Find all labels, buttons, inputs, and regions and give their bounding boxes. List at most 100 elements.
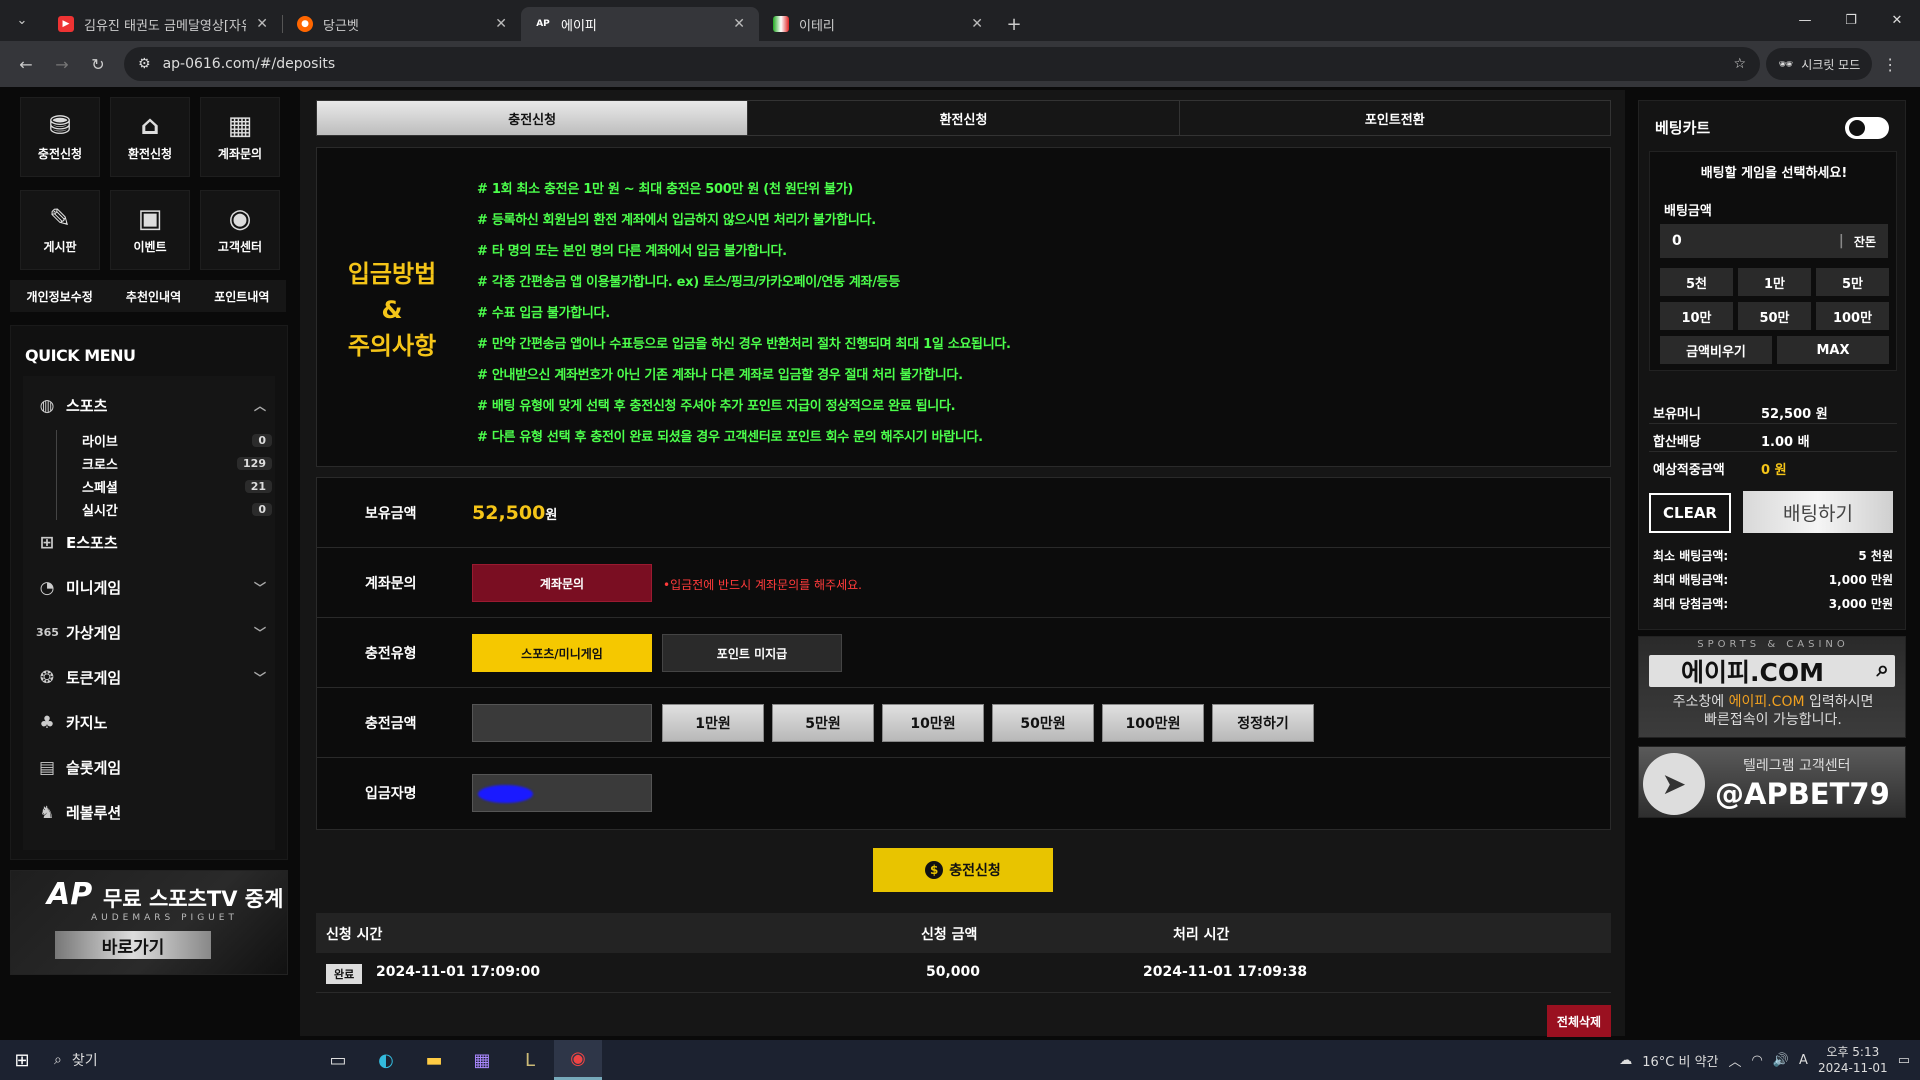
submit-deposit-button[interactable]: $ 충전신청	[873, 848, 1053, 892]
support-button[interactable]: ◉ 고객센터	[200, 190, 280, 270]
weather-text[interactable]: 16°C 비 약간	[1642, 1051, 1718, 1070]
board-button[interactable]: ✎ 게시판	[20, 190, 100, 270]
profile-edit-link[interactable]: 개인정보수정	[27, 288, 93, 305]
bet-cart-toggle[interactable]	[1845, 117, 1889, 139]
menu-slot[interactable]: ▤ 슬롯게임	[36, 757, 266, 778]
menu-sports[interactable]: ◍ 스포츠 ︿	[36, 395, 266, 416]
bet-amount-input[interactable]: 0 | 잔돈	[1660, 224, 1888, 258]
browser-tab-4[interactable]: 이테리 ✕	[759, 7, 997, 41]
chevron-up-icon[interactable]: ︿	[1729, 1051, 1742, 1070]
board-icon: ✎	[49, 203, 71, 234]
minimize-icon[interactable]: —	[1782, 0, 1828, 41]
close-icon[interactable]: ✕	[256, 16, 268, 32]
support-icon: ◉	[228, 203, 252, 234]
amount-input[interactable]	[472, 704, 652, 742]
sports-tv-banner[interactable]: AP 무료 스포츠TV 중계 AUDEMARS PIGUET 바로가기	[10, 870, 288, 975]
max-button[interactable]: MAX	[1777, 336, 1889, 364]
close-icon[interactable]: ✕	[971, 16, 983, 32]
go-button[interactable]: 바로가기	[55, 931, 211, 959]
amount-label: 충전금액	[365, 716, 417, 732]
notice-line: # 타 명의 또는 본인 명의 다른 계좌에서 입금 불가합니다.	[477, 244, 787, 259]
referral-link[interactable]: 추천인내역	[126, 288, 181, 305]
sub-label: 크로스	[82, 458, 118, 473]
menu-icon[interactable]: ⋮	[1872, 46, 1908, 82]
domain-banner[interactable]: SPORTS & CASINO 에이피.COM ⌕ 주소창에 에이피.COM 입력…	[1638, 636, 1906, 738]
menu-token[interactable]: ❂ 토큰게임 ﹀	[36, 667, 266, 688]
chip-100k[interactable]: 10만	[1660, 302, 1733, 330]
tab-deposit[interactable]: 충전신청	[317, 101, 749, 135]
close-icon[interactable]: ✕	[495, 16, 507, 32]
telegram-banner[interactable]: ➤ 텔레그램 고객센터 @APBET79	[1638, 746, 1906, 818]
file-explorer-icon[interactable]: ▬	[410, 1040, 458, 1080]
amount-10k-button[interactable]: 1만원	[662, 704, 764, 742]
taskbar-search[interactable]: ⌕ 찾기	[44, 1040, 314, 1080]
wifi-icon[interactable]: ◠	[1752, 1053, 1763, 1068]
reload-icon[interactable]: ↻	[80, 46, 116, 82]
menu-esports[interactable]: ⊞ E스포츠	[36, 532, 266, 553]
event-button[interactable]: ▣ 이벤트	[110, 190, 190, 270]
amount-1m-button[interactable]: 100만원	[1102, 704, 1204, 742]
menu-cross[interactable]: 크로스 129	[82, 454, 272, 473]
points-link[interactable]: 포인트내역	[214, 288, 269, 305]
clear-amount-button[interactable]: 금액비우기	[1660, 336, 1772, 364]
chip-10k[interactable]: 1만	[1738, 268, 1811, 296]
restore-icon[interactable]: ❐	[1828, 0, 1874, 41]
chip-1m[interactable]: 100만	[1816, 302, 1889, 330]
omnibox[interactable]: ⚙ ap-0616.com/#/deposits ☆	[124, 47, 1760, 81]
tab-search-icon[interactable]: ⌄	[0, 0, 44, 41]
balance-value: 52,500원	[472, 502, 557, 524]
close-icon[interactable]: ✕	[733, 16, 745, 32]
back-icon[interactable]: ←	[8, 46, 44, 82]
withdraw-button[interactable]: ⌂ 환전신청	[110, 97, 190, 177]
clear-button[interactable]: CLEAR	[1649, 493, 1731, 533]
type-no-point-button[interactable]: 포인트 미지급	[662, 634, 842, 672]
clock[interactable]: 오후 5:13 2024-11-01	[1818, 1044, 1888, 1076]
forward-icon[interactable]: →	[44, 46, 80, 82]
amount-500k-button[interactable]: 50만원	[992, 704, 1094, 742]
tab-point-convert[interactable]: 포인트전환	[1180, 101, 1610, 135]
url-text[interactable]: ap-0616.com/#/deposits	[163, 56, 1722, 72]
chrome-icon[interactable]: ◉	[554, 1040, 602, 1080]
volume-icon[interactable]: 🔊	[1773, 1053, 1789, 1068]
notification-icon[interactable]: ▭	[1898, 1053, 1910, 1068]
chip-5k[interactable]: 5천	[1660, 268, 1733, 296]
account-inquiry-form-button[interactable]: 계좌문의	[472, 564, 652, 602]
browser-tab-3[interactable]: AP 에이피 ✕	[521, 7, 759, 41]
amount-reset-button[interactable]: 정정하기	[1212, 704, 1314, 742]
menu-casino[interactable]: ♣ 카지노	[36, 712, 266, 733]
site-info-icon[interactable]: ⚙	[138, 56, 151, 72]
browser-tab-2[interactable]: ● 당근벳 ✕	[283, 7, 521, 41]
task-view-icon[interactable]: ▭	[314, 1040, 362, 1080]
menu-virtual[interactable]: 365 가상게임 ﹀	[36, 622, 266, 643]
menu-special[interactable]: 스페셜 21	[82, 477, 272, 496]
account-inquiry-button[interactable]: ▦ 계좌문의	[200, 97, 280, 177]
notice-heading: 입금방법 & 주의사항	[337, 256, 447, 364]
menu-live[interactable]: 라이브 0	[82, 431, 272, 450]
bet-cart: 베팅카트 배팅할 게임을 선택하세요! 배팅금액 0 | 잔돈 5천 1만 5만…	[1638, 100, 1906, 630]
tab-withdraw[interactable]: 환전신청	[748, 101, 1180, 135]
menu-revolution[interactable]: ♞ 레볼루션	[36, 802, 266, 823]
amount-100k-button[interactable]: 10만원	[882, 704, 984, 742]
deposit-button[interactable]: ⛃ 충전신청	[20, 97, 100, 177]
star-icon[interactable]: ☆	[1733, 56, 1746, 72]
chip-50k[interactable]: 5만	[1816, 268, 1889, 296]
amount-50k-button[interactable]: 5만원	[772, 704, 874, 742]
app-icon[interactable]: ▦	[458, 1040, 506, 1080]
chip-500k[interactable]: 50만	[1738, 302, 1811, 330]
place-bet-button[interactable]: 배팅하기	[1743, 491, 1893, 533]
ime-icon[interactable]: A	[1799, 1053, 1808, 1068]
windows-start-icon[interactable]: ⊞	[0, 1040, 44, 1080]
league-icon[interactable]: L	[506, 1040, 554, 1080]
menu-realtime[interactable]: 실시간 0	[82, 500, 272, 519]
depositor-input[interactable]	[472, 774, 652, 812]
menu-minigame[interactable]: ◔ 미니게임 ﹀	[36, 577, 266, 598]
close-window-icon[interactable]: ✕	[1874, 0, 1920, 41]
browser-tab-1[interactable]: ▶ 김유진 태권도 금메달영상[자유 ✕	[44, 7, 282, 41]
new-tab-button[interactable]: +	[997, 7, 1031, 41]
edge-icon[interactable]: ◐	[362, 1040, 410, 1080]
notice-line: # 배팅 유형에 맞게 선택 후 충전신청 주셔야 추가 포인트 지급이 정상적…	[477, 399, 956, 414]
rest-button[interactable]: 잔돈	[1854, 233, 1876, 250]
delete-all-button[interactable]: 전체삭제	[1547, 1005, 1611, 1037]
type-sports-button[interactable]: 스포츠/미니게임	[472, 634, 652, 672]
incognito-badge[interactable]: 🕶 시크릿 모드	[1766, 48, 1873, 80]
